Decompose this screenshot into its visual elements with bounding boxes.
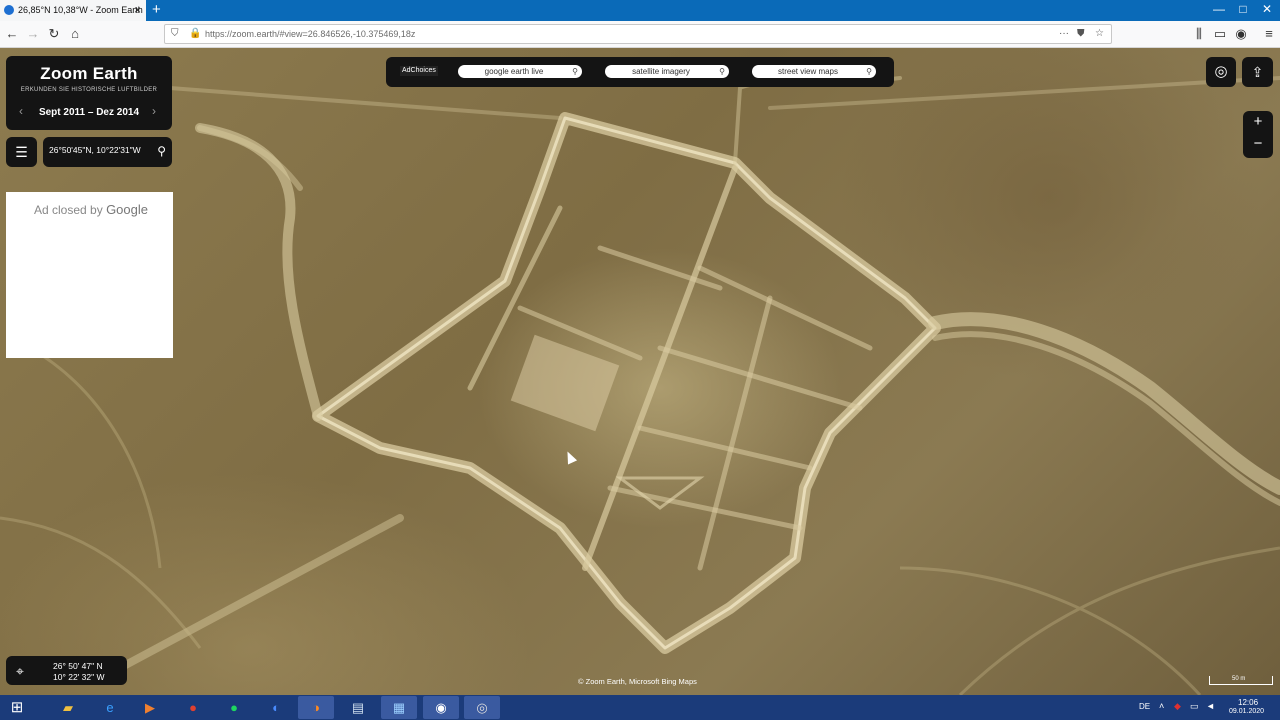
close-window-button[interactable]: ✕ (1256, 0, 1278, 21)
share-button[interactable]: ⇪ (1242, 57, 1273, 87)
sidebar-icon[interactable]: ▭ (1211, 25, 1229, 43)
search-input[interactable] (49, 145, 149, 155)
firefox-developer-icon[interactable]: ◐ (258, 696, 294, 719)
menu-button[interactable]: ☰ (6, 137, 37, 167)
reload-icon[interactable]: ↻ (45, 25, 63, 43)
next-date-icon[interactable]: › (152, 104, 156, 118)
app-circle-icon[interactable]: ◎ (464, 696, 500, 719)
start-button[interactable]: ⊞ (2, 696, 32, 719)
tray-chevron-icon[interactable]: ˄ (1159, 701, 1164, 711)
page-actions-icon[interactable]: ··· (1059, 28, 1069, 40)
clock-date[interactable]: 09.01.2020 (1229, 708, 1264, 715)
search-box[interactable]: ⚲ (43, 137, 172, 167)
map-attribution[interactable]: © Zoom Earth, Microsoft Bing Maps (578, 677, 697, 686)
coordinates-panel: ⌖ 26° 50' 47" N 10° 22' 32" W (6, 656, 127, 685)
ad-closed-label: Ad closed by (34, 203, 103, 217)
language-indicator[interactable]: DE (1139, 702, 1150, 711)
shield-icon[interactable]: ⛉ (171, 28, 179, 40)
google-logo: Google (106, 202, 148, 217)
ad-panel: Ad closed by Google (6, 192, 173, 358)
close-tab-icon[interactable]: × (134, 0, 141, 21)
search-icon[interactable]: ⚲ (157, 144, 166, 158)
scale-label: 50 m (1232, 676, 1246, 682)
pill-label: satellite imagery (632, 67, 690, 76)
browser-tab-strip: 26,85°N 10,38°W - Zoom Earth × + — □ ✕ (0, 0, 1280, 21)
zoom-out-button[interactable]: − (1243, 135, 1273, 152)
account-icon[interactable]: ◉ (1232, 25, 1250, 43)
minimize-button[interactable]: — (1208, 0, 1230, 21)
map-imagery (0, 76, 1280, 695)
pocket-icon[interactable]: ⛊ (1077, 28, 1085, 40)
internet-explorer-icon[interactable]: e (92, 696, 128, 719)
pill-label: street view maps (777, 67, 839, 76)
hamburger-menu-icon[interactable]: ≡ (1260, 25, 1278, 43)
pill-label: google earth live (484, 67, 544, 76)
ad-search-bar: AdChoices google earth live ⚲ satellite i… (386, 57, 894, 87)
library-icon[interactable]: ⫼ (1190, 25, 1208, 43)
tray-app-icon[interactable]: ◆ (1174, 701, 1181, 712)
navigation-bar: ← → ↻ ⌂ ⛉ 🔒 https://zoom.earth/#view=26.… (0, 21, 1280, 48)
firefox-icon[interactable]: ◑ (298, 696, 334, 719)
windows-taskbar: ⊞ ▰ e ▶ ● ● ◐ ◑ ▤ ▦ ◉ ◎ DE ˄ ◆ ▭ ◄ 12:06… (0, 695, 1280, 720)
app-icon[interactable]: ▦ (381, 696, 417, 719)
latitude-readout: 26° 50' 47" N (53, 661, 103, 671)
app-title[interactable]: Zoom Earth (6, 64, 172, 84)
brand-panel: Zoom Earth ERKUNDEN SIE HISTORISCHE LUFT… (6, 56, 172, 130)
media-player-icon[interactable]: ▶ (132, 696, 168, 719)
url-text[interactable]: https://zoom.earth/#view=26.846526,-10.3… (205, 25, 415, 43)
search-icon: ⚲ (572, 67, 578, 76)
clock-time[interactable]: 12:06 (1238, 698, 1258, 707)
longitude-readout: 10° 22' 32" W (53, 672, 105, 682)
search-pill-street-view-maps[interactable]: street view maps ⚲ (752, 65, 876, 78)
url-bar[interactable]: ⛉ 🔒 https://zoom.earth/#view=26.846526,-… (164, 24, 1112, 44)
obs-icon[interactable]: ◉ (423, 696, 459, 719)
new-tab-button[interactable]: + (152, 1, 161, 19)
search-icon: ⚲ (719, 67, 725, 76)
search-icon: ⚲ (866, 67, 872, 76)
forward-icon[interactable]: → (24, 25, 42, 43)
layers-icon: ◎ (1214, 63, 1228, 80)
lock-icon[interactable]: 🔒 (189, 28, 201, 40)
tab-title: 26,85°N 10,38°W - Zoom Earth (18, 5, 143, 15)
app-window-icon[interactable]: ▤ (340, 696, 376, 719)
network-icon[interactable]: ▭ (1190, 701, 1199, 712)
date-range-label[interactable]: Sept 2011 – Dez 2014 (28, 107, 150, 118)
prev-date-icon[interactable]: ‹ (19, 104, 23, 118)
zoom-in-button[interactable]: + (1243, 113, 1273, 130)
scale-bar: 50 m (1209, 676, 1273, 685)
browser-tab[interactable]: 26,85°N 10,38°W - Zoom Earth × (0, 0, 146, 21)
spotify-icon[interactable]: ● (216, 696, 252, 719)
app-subtitle: ERKUNDEN SIE HISTORISCHE LUFTBILDER (20, 87, 158, 93)
bookmark-star-icon[interactable]: ☆ (1095, 28, 1104, 40)
back-icon[interactable]: ← (3, 25, 21, 43)
locate-icon[interactable]: ⌖ (16, 663, 24, 680)
search-pill-google-earth-live[interactable]: google earth live ⚲ (458, 65, 582, 78)
layers-button[interactable]: ◎ (1206, 57, 1236, 87)
menu-icon: ☰ (15, 144, 28, 160)
share-icon: ⇪ (1251, 64, 1264, 80)
zoom-earth-favicon-icon (4, 5, 14, 15)
satellite-map[interactable] (0, 48, 1280, 695)
file-explorer-icon[interactable]: ▰ (50, 696, 86, 719)
search-pill-satellite-imagery[interactable]: satellite imagery ⚲ (605, 65, 729, 78)
adchoices-link[interactable]: AdChoices (400, 66, 438, 76)
chrome-icon[interactable]: ● (175, 696, 211, 719)
volume-icon[interactable]: ◄ (1206, 701, 1215, 711)
zoom-controls: + − (1243, 111, 1273, 158)
home-icon[interactable]: ⌂ (66, 25, 84, 43)
maximize-button[interactable]: □ (1232, 0, 1254, 21)
ad-closed-text: Ad closed by Google (34, 202, 148, 217)
